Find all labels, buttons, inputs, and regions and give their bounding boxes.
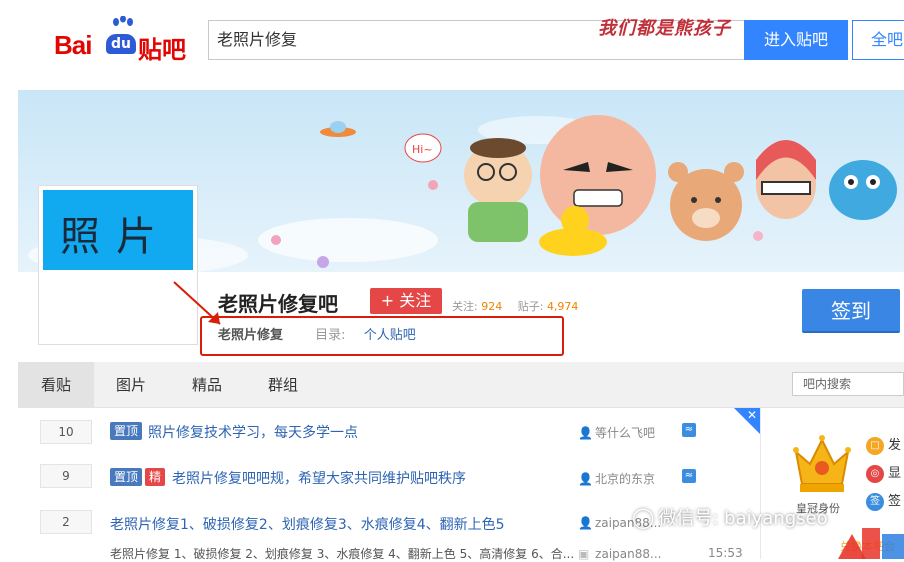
tab-featured[interactable]: 精品: [176, 362, 238, 408]
post-icon: □: [866, 436, 884, 455]
paw-icon: [113, 16, 133, 26]
forum-search-input[interactable]: 吧内搜索: [792, 372, 904, 396]
user-icon: 👤: [578, 516, 593, 530]
posts-count: 4,974: [546, 300, 579, 313]
side-item-label: 签: [888, 494, 902, 509]
user-icon: 👤: [578, 472, 593, 486]
last-reply-time: 15:53: [708, 546, 743, 560]
directory-label: 目录:: [315, 328, 346, 343]
author-name: 北京的东京: [594, 472, 655, 486]
thread-excerpt: 老照片修复 1、破损修复 2、划痕修复 3、水痕修复 4、翻新上色 5、高清修复…: [110, 547, 575, 561]
thread-row[interactable]: 10 置顶 照片修复技术学习，每天多学一点 👤 等什么飞吧 ≈: [18, 408, 758, 454]
watermark-text: 微信号: baiyangseo: [658, 508, 828, 529]
crown-icon: [793, 435, 851, 492]
thread-row[interactable]: 9 置顶 精 老照片修复吧吧规，希望大家共同维护贴吧秩序 👤 北京的东京 ≈: [18, 454, 758, 500]
level-icon: ≈: [682, 469, 696, 483]
tab-groups[interactable]: 群组: [252, 362, 314, 408]
side-item-label: 显: [888, 466, 902, 481]
reply-count: 10: [40, 420, 92, 444]
side-item-label: 发: [888, 438, 902, 453]
logo-bai: Bai: [54, 30, 92, 60]
directory-link[interactable]: 个人贴吧: [364, 328, 416, 343]
svg-text:Hi~: Hi~: [412, 143, 433, 156]
logo-tieba: 贴吧: [138, 36, 186, 64]
thread-title[interactable]: 照片修复技术学习，每天多学一点: [148, 422, 358, 442]
forum-stats: 关注: 924 贴子: 4,974: [452, 298, 590, 314]
search-all-button[interactable]: 全吧: [852, 20, 904, 60]
sign-icon: 签: [866, 492, 884, 511]
featured-badge: 精: [145, 468, 166, 486]
level-icon: ≈: [682, 423, 696, 437]
side-item-sign[interactable]: 签签: [866, 490, 901, 511]
sign-in-button[interactable]: 签到: [802, 289, 900, 333]
baidu-tieba-logo[interactable]: Bai du 贴吧: [52, 10, 192, 64]
reply-count: 9: [40, 464, 92, 488]
forum-title: 老照片修复吧: [218, 292, 338, 316]
show-icon: ◎: [866, 464, 884, 483]
side-item-post[interactable]: □ 发: [866, 434, 901, 455]
forum-short-name: 老照片修复: [218, 328, 284, 343]
thread-title[interactable]: 老照片修复吧吧规，希望大家共同维护贴吧秩序: [172, 468, 466, 488]
reply-count: 2: [40, 510, 92, 534]
thread-author[interactable]: 👤 北京的东京: [578, 470, 655, 487]
posts-label: 贴子:: [517, 300, 544, 313]
top-badge: 置顶: [110, 468, 143, 486]
tab-posts[interactable]: 看贴: [18, 362, 94, 408]
banner-tagline: 我们都是熊孩子: [598, 18, 731, 39]
forum-info-row: 老照片修复 目录: 个人贴吧: [218, 324, 416, 343]
side-item-show[interactable]: ◎ 显: [866, 462, 901, 483]
brand-mark-icon: [838, 528, 904, 559]
thread-author[interactable]: 👤 等什么飞吧: [578, 424, 655, 441]
wechat-watermark: ◯ 微信号: baiyangseo: [632, 504, 828, 530]
followers-label: 关注:: [452, 300, 478, 313]
tab-images[interactable]: 图片: [100, 362, 162, 408]
avatar-text: 照片: [60, 214, 172, 260]
enter-tieba-button[interactable]: 进入贴吧: [744, 20, 848, 60]
user-icon: 👤: [578, 426, 593, 440]
thread-title[interactable]: 老照片修复1、破损修复2、划痕修复3、水痕修复4、翻新上色5: [110, 514, 505, 534]
author-name: 等什么飞吧: [594, 426, 655, 440]
follow-button[interactable]: + 关注: [370, 288, 442, 314]
wechat-icon: ◯: [632, 505, 655, 529]
top-badge: 置顶: [110, 422, 143, 440]
followers-count: 924: [481, 300, 503, 313]
logo-du: du: [106, 34, 136, 54]
